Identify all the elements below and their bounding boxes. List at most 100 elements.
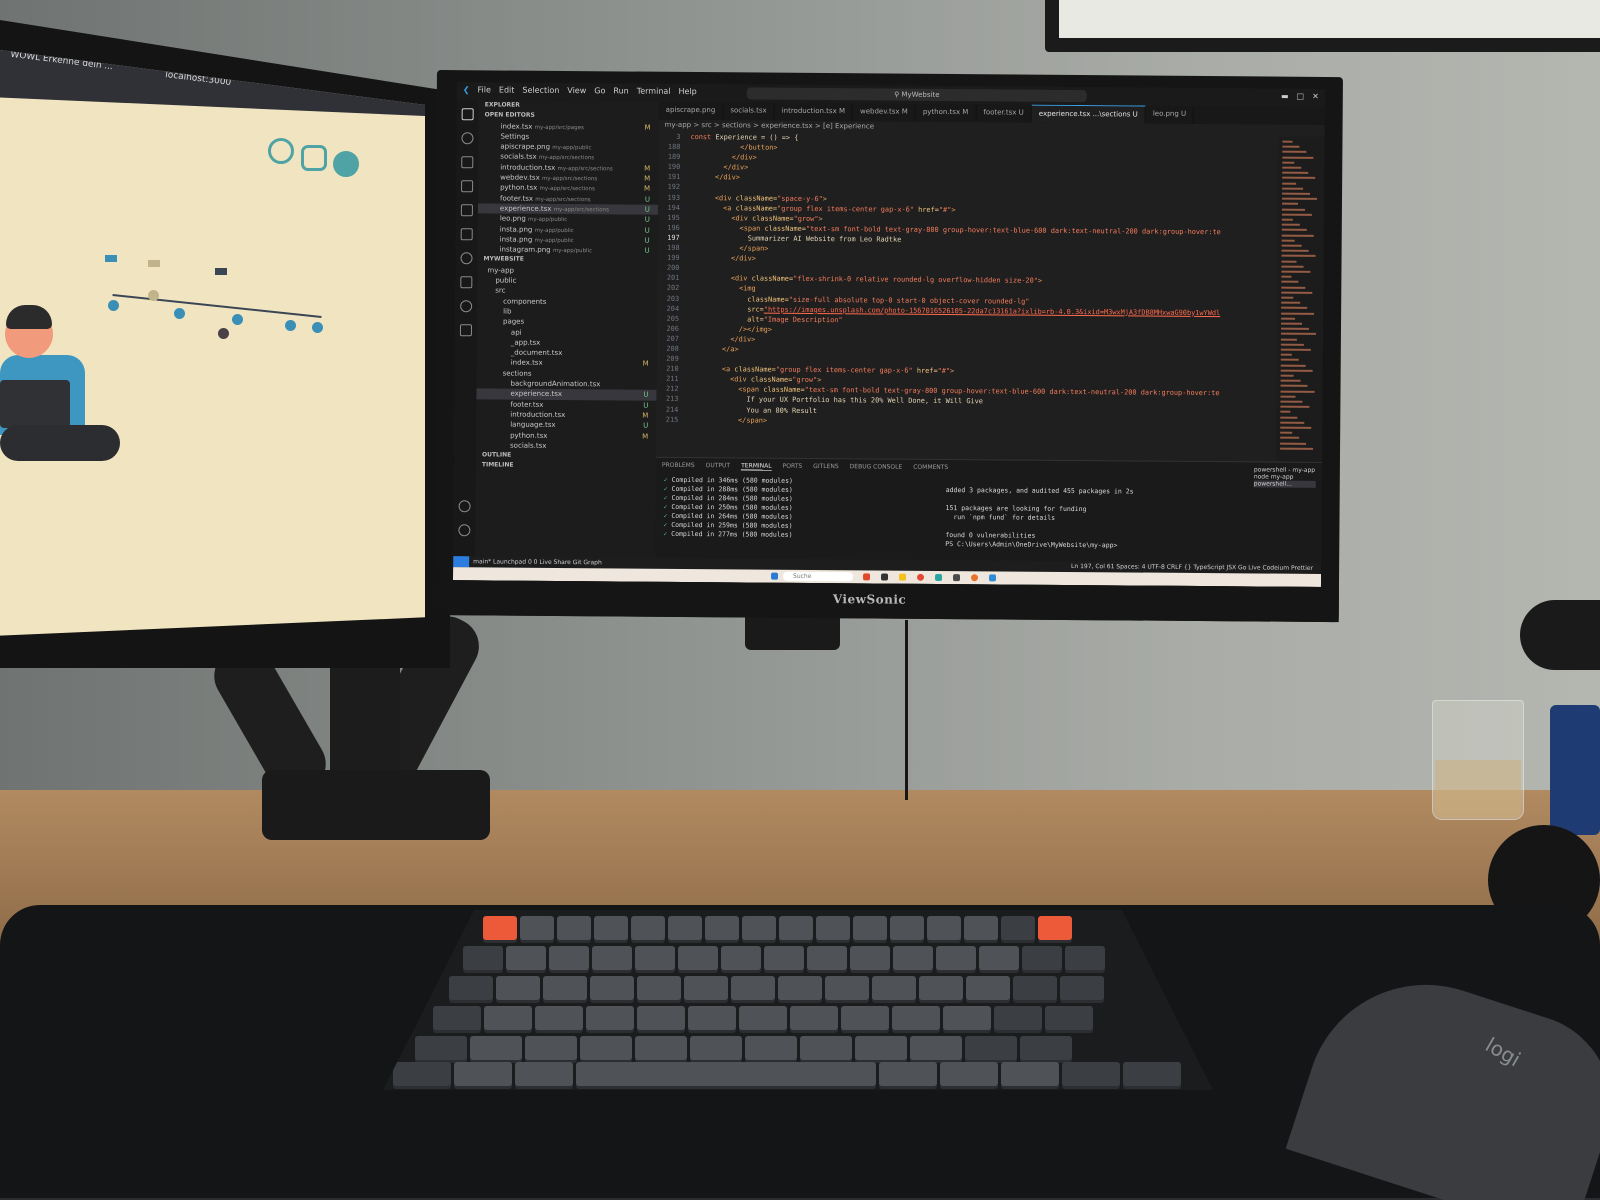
codeium-icon[interactable] — [460, 300, 473, 313]
line-number: 189 — [667, 153, 681, 162]
windows-start-icon[interactable] — [771, 572, 779, 580]
status-left[interactable]: main* Launchpad 0 0 Live Share Git Graph — [473, 558, 602, 566]
file-explorer-icon[interactable] — [899, 573, 907, 581]
editor-tab[interactable]: socials.tsx — [723, 102, 775, 121]
terminal-output-left[interactable]: ✓ Compiled in 346ms (580 modules) ✓ Compi… — [663, 476, 793, 540]
taskbar-app-icon[interactable] — [881, 573, 889, 581]
remote-indicator[interactable] — [453, 556, 470, 568]
line-number: 188 — [667, 142, 681, 152]
menu-file[interactable]: File — [478, 85, 491, 94]
editor-tab[interactable]: introduction.tsx M — [774, 102, 854, 122]
panel-tab[interactable]: PORTS — [783, 463, 803, 471]
taskbar-app-icon[interactable] — [971, 574, 979, 582]
code-token: <img — [739, 284, 756, 293]
minimap-line — [1280, 437, 1300, 440]
menu-view[interactable]: View — [567, 86, 586, 95]
panel-tab[interactable]: COMMENTS — [913, 464, 948, 472]
code-token: className= — [747, 294, 789, 304]
taskbar-app-icon[interactable] — [935, 573, 943, 581]
account-icon[interactable] — [458, 500, 471, 513]
terminal-item-powershell[interactable]: powershell... — [1253, 480, 1316, 488]
minimap-line — [1282, 140, 1293, 143]
instagram-icon[interactable] — [301, 145, 327, 171]
editor-tab[interactable]: python.tsx M — [915, 103, 977, 123]
window-controls[interactable]: ▬ □ ✕ — [1281, 92, 1319, 101]
terminal-output-right[interactable]: added 3 packages, and audited 455 packag… — [945, 486, 1133, 550]
taskbar-search[interactable]: Suche — [782, 571, 854, 582]
settings-gear-icon[interactable] — [458, 524, 471, 537]
editor-tab[interactable]: webdev.tsx M — [852, 103, 916, 122]
menu-selection[interactable]: Selection — [522, 86, 559, 95]
run-debug-icon[interactable] — [461, 180, 474, 193]
minimap-line — [1281, 203, 1298, 206]
terminal-line: run `npm fund` for details — [945, 513, 1056, 522]
extensions-icon[interactable] — [460, 204, 473, 217]
menu-edit[interactable]: Edit — [499, 85, 515, 94]
panel-tab[interactable]: DEBUG CONSOLE — [850, 463, 903, 471]
panel-tab[interactable]: PROBLEMS — [662, 462, 695, 470]
minimap-line — [1282, 166, 1302, 169]
editor-tab[interactable]: leo.png U — [1145, 105, 1195, 124]
search-icon[interactable] — [461, 132, 474, 145]
brackets-icon[interactable] — [459, 324, 473, 337]
code-editor[interactable]: 3 const Experience = () => {188 </button>… — [656, 132, 1279, 462]
panel-tab[interactable]: GITLENS — [813, 463, 839, 471]
timeline-flag — [148, 260, 160, 267]
vscode-icon[interactable] — [989, 574, 997, 582]
keycap — [965, 1036, 1017, 1060]
panel-tab[interactable]: OUTPUT — [706, 462, 731, 470]
minimap-line — [1281, 234, 1314, 237]
remote-explorer-icon[interactable] — [460, 228, 473, 241]
line-number: 195 — [667, 213, 680, 222]
source-control-icon[interactable] — [461, 156, 474, 169]
file-path: my-app/src/sections — [539, 186, 595, 193]
monitor-cable — [905, 620, 908, 800]
status-right[interactable]: Ln 197, Col 61 Spaces: 4 UTF-8 CRLF {} T… — [1071, 563, 1313, 572]
code-token: > — [950, 367, 955, 376]
timeline-header[interactable]: TIMELINE — [476, 461, 656, 473]
github-icon[interactable] — [268, 138, 294, 164]
gitlens-icon[interactable] — [460, 252, 473, 265]
minimap-line — [1280, 327, 1310, 331]
code-token: className= — [734, 365, 776, 374]
git-status-badge: M — [642, 360, 649, 369]
file-name: leo.png — [499, 214, 529, 223]
menu-help[interactable]: Help — [679, 87, 697, 96]
minimap-line — [1280, 431, 1293, 434]
panel-tab[interactable]: TERMINAL — [741, 462, 772, 471]
taskbar-app-icon[interactable] — [863, 573, 871, 581]
menu-terminal[interactable]: Terminal — [637, 87, 671, 96]
mail-icon[interactable] — [333, 151, 359, 177]
code-token: > — [951, 205, 956, 214]
vscode-icon[interactable] — [30, 646, 48, 662]
taskbar-app-icon[interactable] — [953, 574, 961, 582]
breadcrumb[interactable]: my-app > src > sections > experience.tsx… — [665, 121, 875, 131]
git-status-badge: M — [644, 174, 651, 183]
editor-tab[interactable]: experience.tsx ...\sections U — [1031, 104, 1146, 124]
keycap — [936, 946, 976, 970]
file-tree-item[interactable]: pages — [477, 317, 657, 329]
chrome-icon[interactable] — [917, 573, 925, 581]
main-monitor-screen: ❮ File Edit Selection View Go Run Termin… — [452, 82, 1325, 587]
file-name: python.tsx — [510, 431, 548, 440]
code-token: src= — [747, 305, 764, 314]
minimap-line — [1281, 281, 1299, 284]
file-tree-item[interactable]: sections — [477, 368, 657, 380]
explorer-icon[interactable] — [461, 108, 474, 121]
minimap-line — [1280, 421, 1305, 424]
file-name: index.tsx — [510, 359, 543, 368]
check-icon: ✓ — [663, 511, 672, 520]
menu-run[interactable]: Run — [613, 86, 628, 95]
live-share-icon[interactable] — [460, 276, 473, 289]
menu-go[interactable]: Go — [594, 86, 605, 95]
keycap — [742, 916, 776, 940]
command-center[interactable]: ⚲ MyWebsite — [746, 87, 1087, 103]
minimap[interactable] — [1275, 136, 1325, 462]
editor-tab[interactable]: footer.tsx U — [976, 104, 1032, 123]
editor-tab[interactable]: apiscrape.png — [658, 101, 724, 121]
minimap-line — [1281, 249, 1309, 253]
keycap — [463, 946, 503, 970]
